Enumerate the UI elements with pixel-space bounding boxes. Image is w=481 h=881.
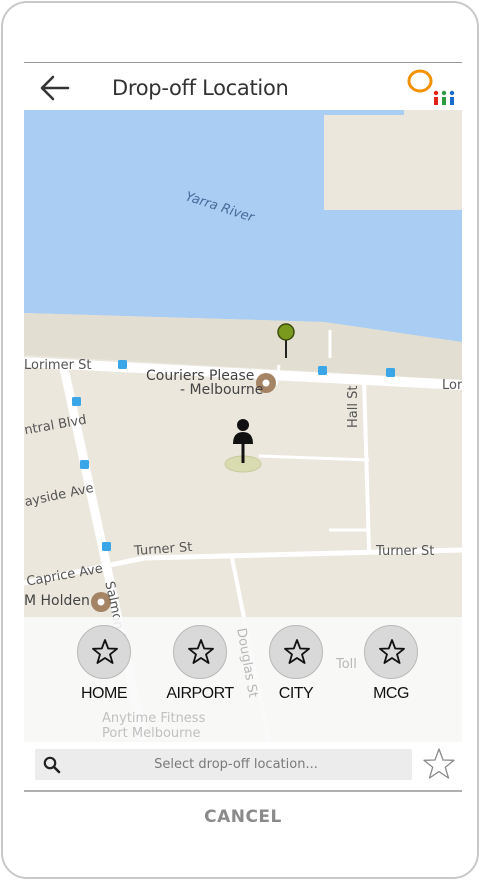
poi-label: Port Melbourne <box>102 726 201 741</box>
star-icon <box>379 639 405 664</box>
arrow-left-icon <box>40 75 70 101</box>
back-button[interactable] <box>38 71 72 105</box>
favorite-button[interactable] <box>422 747 456 785</box>
shortcut-label: MCG <box>373 685 409 702</box>
phone-frame: Drop-off Location Yarra River Lorimer St… <box>1 1 479 879</box>
street-label: Lor <box>442 378 462 393</box>
search-row <box>24 742 462 792</box>
page-title: Drop-off Location <box>112 76 289 100</box>
shortcut-home[interactable]: HOME <box>59 625 149 703</box>
street-label: Turner St <box>376 544 435 559</box>
poi-label: - Melbourne <box>180 382 264 398</box>
shortcut-label: AIRPORT <box>166 685 234 702</box>
shortcut-label: CITY <box>278 685 314 702</box>
shortcut-bar: Douglas St Toll Anytime Fitness Port Mel… <box>24 617 462 742</box>
street-label: Hall St <box>346 385 361 428</box>
cancel-button[interactable]: CANCEL <box>24 793 462 841</box>
shortcut-label: HOME <box>81 685 128 702</box>
shortcut-circle[interactable] <box>364 625 418 679</box>
app-logo <box>404 67 458 107</box>
search-icon <box>43 756 61 774</box>
poi-label: Anytime Fitness <box>102 711 206 726</box>
shortcut-circle[interactable] <box>269 625 323 679</box>
shortcut-mcg[interactable]: MCG <box>346 625 436 703</box>
app-screen: Drop-off Location Yarra River Lorimer St… <box>24 62 462 842</box>
shortcut-airport[interactable]: AIRPORT <box>155 625 245 703</box>
shortcut-city[interactable]: CITY <box>251 625 341 703</box>
shortcut-circle[interactable] <box>173 625 227 679</box>
location-search-input[interactable] <box>71 749 401 780</box>
street-label: Lorimer St <box>24 358 92 373</box>
shortcut-circle[interactable] <box>77 625 131 679</box>
star-icon <box>92 639 118 664</box>
star-icon <box>284 639 310 664</box>
header-bar: Drop-off Location <box>24 63 462 110</box>
footer-divider <box>24 790 462 792</box>
star-icon <box>188 639 214 664</box>
search-box[interactable] <box>35 749 412 780</box>
poi-label: M Holden <box>24 593 90 609</box>
star-outline-icon <box>423 748 455 779</box>
